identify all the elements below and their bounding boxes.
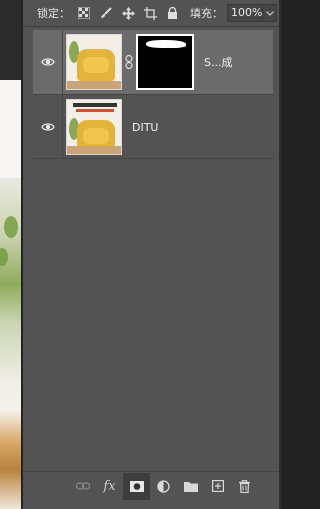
thumb-floor [67,146,121,154]
folder-icon[interactable] [177,473,204,500]
canvas-photo-area [0,178,21,509]
thumb-title-text [73,103,117,107]
layer-mask-thumbnail[interactable] [136,34,194,90]
add-mask-icon[interactable] [123,472,150,500]
brush-icon[interactable] [98,5,114,21]
fx-icon[interactable]: fx [96,473,123,500]
divider [23,26,279,27]
thumb-sofa [77,49,115,81]
fill-label: 填充： [190,7,223,20]
link-layers-icon[interactable] [69,473,96,500]
trash-icon[interactable] [231,473,258,500]
fx-label: fx [103,478,116,494]
thumb-sofa [77,120,115,148]
lock-row: 锁定： 填充： 100% [23,0,279,26]
mask-white-region [146,40,186,48]
lock-icon[interactable] [164,5,180,21]
plant-leaf [4,216,18,238]
layer-row-masked[interactable]: S...成 [33,30,273,94]
plant-leaf [0,248,8,266]
eye-icon[interactable] [33,30,63,94]
lock-label: 锁定： [37,7,70,20]
layer-name[interactable]: DITU [132,121,159,134]
layer-thumbnail[interactable] [66,34,122,90]
thumb-subtitle-text [76,109,114,112]
chain-link-icon[interactable] [122,30,136,94]
layer-name[interactable]: S...成 [204,54,232,70]
layer-thumbnail[interactable] [66,99,122,155]
layers-toolbar: fx [23,471,279,500]
panel-bottom [23,500,279,509]
layer-row-ditu[interactable]: DITU [33,95,273,159]
adjustment-layer-icon[interactable] [150,473,177,500]
move-icon[interactable] [120,5,136,21]
layers-panel: 锁定： 填充： 100% S...成 DITU fx [23,0,279,509]
eye-icon[interactable] [33,95,63,159]
new-layer-icon[interactable] [204,473,231,500]
document-canvas[interactable] [0,0,21,509]
panel-edge [279,0,281,509]
canvas-white-area [0,80,21,180]
checkerboard-icon[interactable] [76,5,92,21]
thumb-floor [67,81,121,89]
chevron-down-icon[interactable] [263,4,277,22]
divider [33,158,273,159]
fill-input[interactable]: 100% [227,4,263,22]
artboard-icon[interactable] [142,5,158,21]
